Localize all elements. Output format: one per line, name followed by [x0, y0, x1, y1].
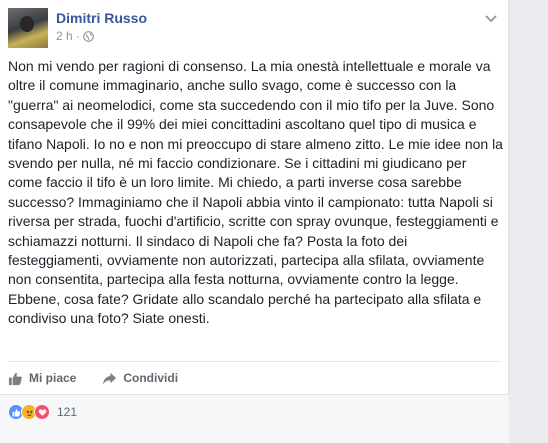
share-arrow-icon [102, 371, 117, 386]
divider [8, 361, 501, 362]
post-meta: 2 h · [56, 29, 94, 43]
like-label: Mi piace [29, 371, 77, 385]
avatar[interactable] [8, 8, 48, 48]
love-reaction-icon [34, 404, 50, 420]
like-button[interactable]: Mi piace [8, 368, 76, 388]
author-name[interactable]: Dimitri Russo [56, 10, 147, 26]
reaction-count[interactable]: 121 [57, 405, 77, 419]
page-background [510, 0, 548, 443]
share-button[interactable]: Condividi [102, 368, 178, 388]
post-card: Dimitri Russo 2 h · Non mi vendo per rag… [0, 0, 509, 443]
timestamp[interactable]: 2 h [56, 29, 73, 43]
meta-separator: · [75, 29, 80, 43]
post-text: Non mi vendo per ragioni di consenso. La… [8, 58, 503, 327]
reactions-summary[interactable]: 121 [8, 404, 77, 420]
post-actions: Mi piace Condividi [8, 368, 204, 388]
post-options-chevron-icon[interactable] [483, 10, 499, 26]
thumbs-up-icon [8, 371, 23, 386]
globe-icon[interactable] [82, 30, 94, 42]
reactions-bar: 121 [0, 395, 509, 443]
post-header: Dimitri Russo 2 h · [8, 8, 503, 48]
share-label: Condividi [123, 371, 179, 385]
